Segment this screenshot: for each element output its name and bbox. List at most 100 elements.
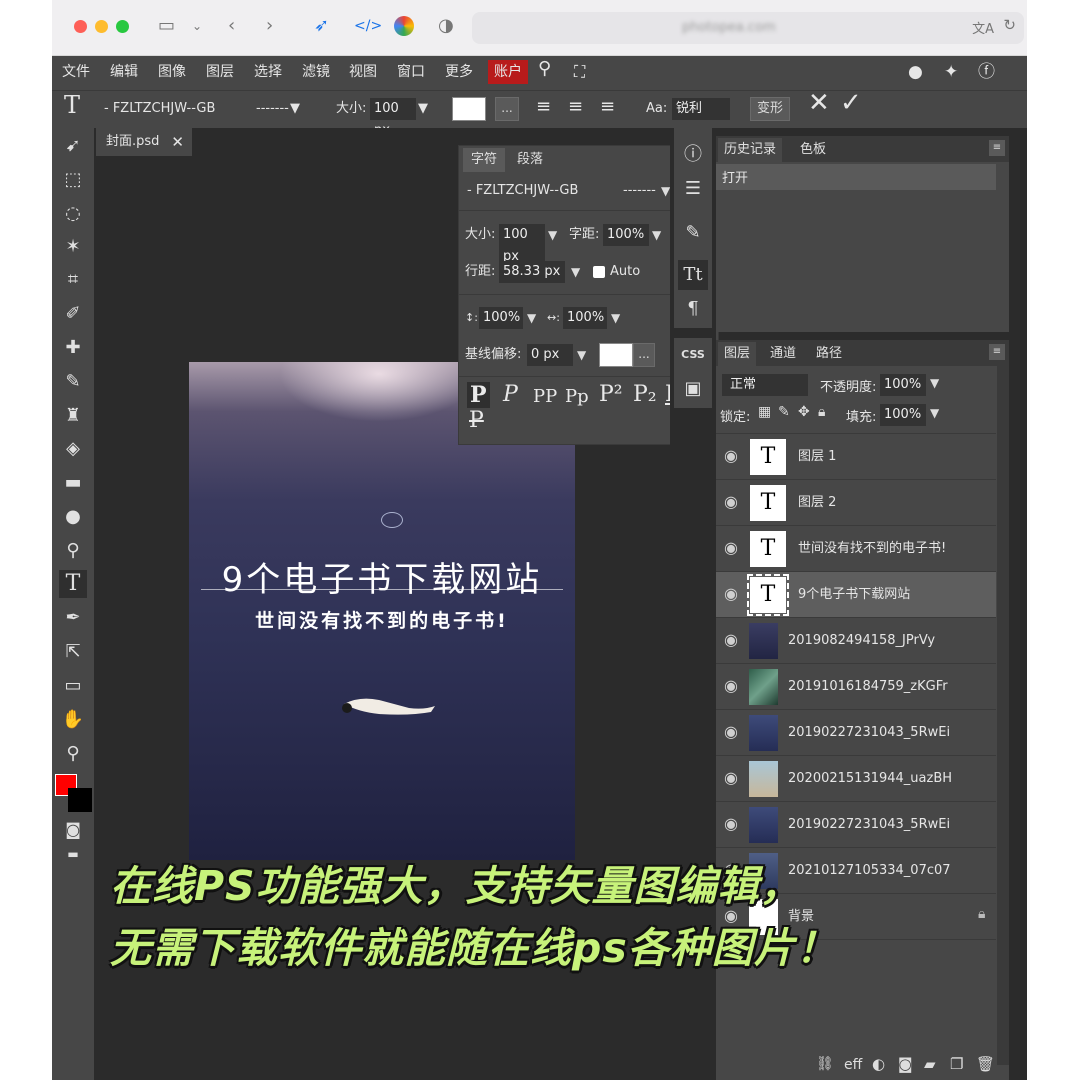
layer-row[interactable]: ◉ 2019082494158_JPrVy [716, 618, 996, 664]
close-tab-icon[interactable]: ✕ [171, 128, 184, 156]
screen-mode-icon[interactable]: ▬ [59, 840, 87, 868]
eyedropper-icon[interactable]: ✐ [59, 300, 87, 328]
lock-position-icon[interactable]: ✥ [798, 404, 810, 420]
cp-leading-input[interactable]: 58.33 px [499, 261, 565, 283]
antialias-select[interactable]: 锐利 [672, 98, 730, 120]
marquee-icon[interactable]: ⬚ [59, 166, 87, 194]
translate-icon[interactable]: 文A [972, 18, 994, 37]
move-icon[interactable]: ➹ [59, 132, 87, 160]
twitter-icon[interactable]: ✦ [944, 62, 958, 82]
gradient-icon[interactable]: ▬ [59, 469, 87, 497]
layer-row[interactable]: ◉ 20200215131944_uazBH [716, 756, 996, 802]
folder-icon[interactable]: ▰ [924, 1055, 936, 1073]
tab-channels[interactable]: 通道 [764, 342, 802, 366]
align-left-icon[interactable]: ≡ [536, 97, 551, 117]
superscript-button[interactable]: P² [599, 382, 623, 407]
tab-paragraph[interactable]: 段落 [509, 148, 551, 172]
lasso-icon[interactable]: ◌ [59, 200, 87, 228]
menu-file[interactable]: 文件 [62, 62, 90, 82]
chrome-extension-icon[interactable] [394, 16, 414, 36]
menu-account[interactable]: 账户 [488, 60, 528, 84]
subscript-button[interactable]: P₂ [633, 382, 657, 407]
eye-icon[interactable]: ◉ [724, 676, 738, 695]
search-icon[interactable]: ⚲ [538, 59, 551, 79]
fullscreen-icon[interactable]: ⛶ [574, 62, 585, 82]
font-style-select[interactable]: ------- [256, 99, 289, 119]
minimize-window-button[interactable] [95, 20, 108, 33]
sidebar-icon[interactable]: ▭ [158, 14, 175, 38]
trash-icon[interactable]: 🗑︎ [976, 1055, 995, 1073]
cp-hscale-input[interactable]: 100% [563, 307, 607, 329]
close-window-button[interactable] [74, 20, 87, 33]
layer-effects-button[interactable]: eff [844, 1057, 862, 1073]
layer-row[interactable]: ◉ T 图层 1 [716, 434, 996, 480]
background-color-swatch[interactable] [68, 788, 92, 812]
zoom-icon[interactable]: ⚲ [59, 740, 87, 768]
tab-paths[interactable]: 路径 [810, 342, 848, 366]
image-icon[interactable]: ▣ [678, 374, 708, 404]
canvas-subtitle-text[interactable]: 世间没有找不到的电子书! [189, 606, 575, 633]
cp-font-family-select[interactable]: - FZLTZCHJW--GB [467, 180, 578, 202]
warp-text-button[interactable]: 变形 [750, 97, 790, 121]
address-bar[interactable]: photopea.com 文A ↻ [472, 12, 1024, 44]
align-center-icon[interactable]: ≡ [568, 97, 583, 117]
options-more-button[interactable]: ... [495, 97, 519, 121]
dodge-icon[interactable]: ⚲ [59, 537, 87, 565]
brush-settings-icon[interactable]: ✎ [678, 218, 708, 248]
cp-size-arrow-icon[interactable]: ▼ [548, 224, 557, 246]
canvas-title-text[interactable]: 9个电子书下载网站 [189, 552, 575, 601]
mask-icon[interactable]: ◙ [898, 1055, 913, 1073]
facebook-icon[interactable]: ⓕ [978, 62, 995, 82]
shield-icon[interactable]: ◑ [438, 14, 454, 38]
menu-select[interactable]: 选择 [254, 62, 282, 82]
cancel-icon[interactable]: ✕ [808, 90, 830, 116]
eye-icon[interactable]: ◉ [724, 584, 738, 603]
character-panel-icon[interactable]: Tt [678, 260, 708, 290]
small-caps-button[interactable]: Pp [565, 386, 589, 407]
layers-scrollbar[interactable] [997, 365, 1009, 1065]
eye-icon[interactable]: ◉ [724, 814, 738, 833]
cp-color-swatch[interactable] [599, 343, 633, 367]
lock-pixels-icon[interactable]: ✎ [778, 404, 790, 420]
faux-bold-button[interactable]: P [467, 382, 490, 408]
css-icon[interactable]: CSS [678, 340, 708, 370]
all-caps-button[interactable]: PP [533, 386, 557, 407]
link-layers-icon[interactable]: ⛓ [816, 1056, 834, 1072]
opacity-arrow-icon[interactable]: ▼ [930, 376, 939, 390]
strikethrough-button[interactable]: P [469, 408, 484, 433]
paragraph-panel-icon[interactable]: ¶ [678, 294, 708, 324]
eye-icon[interactable]: ◉ [724, 446, 738, 465]
eye-icon[interactable]: ◉ [724, 538, 738, 557]
fill-arrow-icon[interactable]: ▼ [930, 406, 939, 420]
cp-vscale-arrow-icon[interactable]: ▼ [527, 307, 536, 329]
chevron-down-icon[interactable]: ⌄ [192, 14, 202, 38]
bird-extension-icon[interactable]: ➶ [314, 14, 329, 38]
menu-image[interactable]: 图像 [158, 62, 186, 82]
menu-window[interactable]: 窗口 [397, 62, 425, 82]
cp-hscale-arrow-icon[interactable]: ▼ [611, 307, 620, 329]
hand-icon[interactable]: ✋ [59, 706, 87, 734]
cp-vscale-input[interactable]: 100% [479, 307, 523, 329]
opacity-input[interactable]: 100% [880, 374, 926, 396]
pen-icon[interactable]: ✒ [59, 604, 87, 632]
font-size-input[interactable]: 100 px [370, 98, 416, 138]
panel-menu-icon[interactable]: ≡ [989, 140, 1005, 156]
menu-layer[interactable]: 图层 [206, 62, 234, 82]
shape-icon[interactable]: ▭ [59, 672, 87, 700]
brush-icon[interactable]: ✎ [59, 368, 87, 396]
cp-auto-checkbox[interactable] [593, 266, 605, 278]
tab-layers[interactable]: 图层 [718, 342, 757, 366]
faux-italic-button[interactable]: P [503, 382, 518, 407]
type-icon[interactable]: T [59, 570, 87, 598]
reddit-icon[interactable]: ● [908, 62, 923, 82]
new-layer-icon[interactable]: ❐ [950, 1055, 963, 1073]
layer-row[interactable]: ◉ T 世间没有找不到的电子书! [716, 526, 996, 572]
magic-wand-icon[interactable]: ✶ [59, 233, 87, 261]
info-icon[interactable]: ⓘ [678, 140, 708, 170]
cp-baseline-input[interactable]: 0 px [527, 344, 573, 366]
cp-tracking-input[interactable]: 100% [603, 224, 649, 246]
tab-swatches[interactable]: 色板 [794, 138, 832, 162]
forward-icon[interactable]: › [266, 14, 273, 38]
eye-icon[interactable]: ◉ [724, 722, 738, 741]
crop-icon[interactable]: ⌗ [59, 266, 87, 294]
